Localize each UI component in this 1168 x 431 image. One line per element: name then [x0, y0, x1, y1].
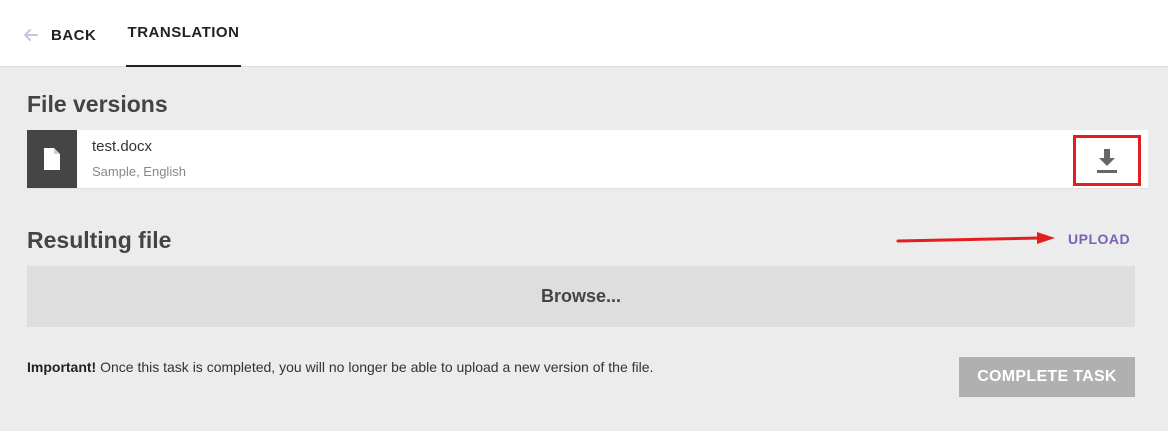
- upload-button[interactable]: UPLOAD: [1068, 231, 1130, 247]
- complete-task-label: COMPLETE TASK: [977, 368, 1117, 385]
- top-bar: BACK TRANSLATION: [0, 0, 1168, 67]
- file-name: test.docx: [92, 138, 153, 155]
- tab-translation-label: TRANSLATION: [127, 24, 240, 41]
- file-versions-title: File versions: [27, 91, 168, 117]
- arrow-left-icon: [24, 29, 38, 41]
- resulting-file-title: Resulting file: [27, 227, 172, 253]
- complete-task-button[interactable]: COMPLETE TASK: [959, 357, 1135, 397]
- notice-strong: Important!: [27, 359, 97, 375]
- browse-dropzone[interactable]: Browse...: [27, 266, 1135, 327]
- file-version-item: test.docx Sample, English: [27, 130, 1148, 189]
- browse-label: Browse...: [540, 286, 622, 306]
- back-button[interactable]: BACK: [21, 24, 96, 46]
- back-label: BACK: [51, 26, 97, 44]
- notice-body: Once this task is completed, you will no…: [96, 359, 654, 375]
- file-icon: [44, 148, 60, 170]
- file-meta: Sample, English: [92, 164, 186, 179]
- download-button[interactable]: [1073, 135, 1141, 186]
- notice-text: Important! Once this task is completed, …: [27, 359, 653, 375]
- file-info: test.docx Sample, English: [77, 130, 1148, 188]
- tab-translation[interactable]: TRANSLATION: [126, 0, 241, 67]
- download-icon: [1097, 148, 1117, 173]
- file-icon-box: [27, 130, 77, 188]
- annotation-arrow-icon: [896, 232, 1055, 244]
